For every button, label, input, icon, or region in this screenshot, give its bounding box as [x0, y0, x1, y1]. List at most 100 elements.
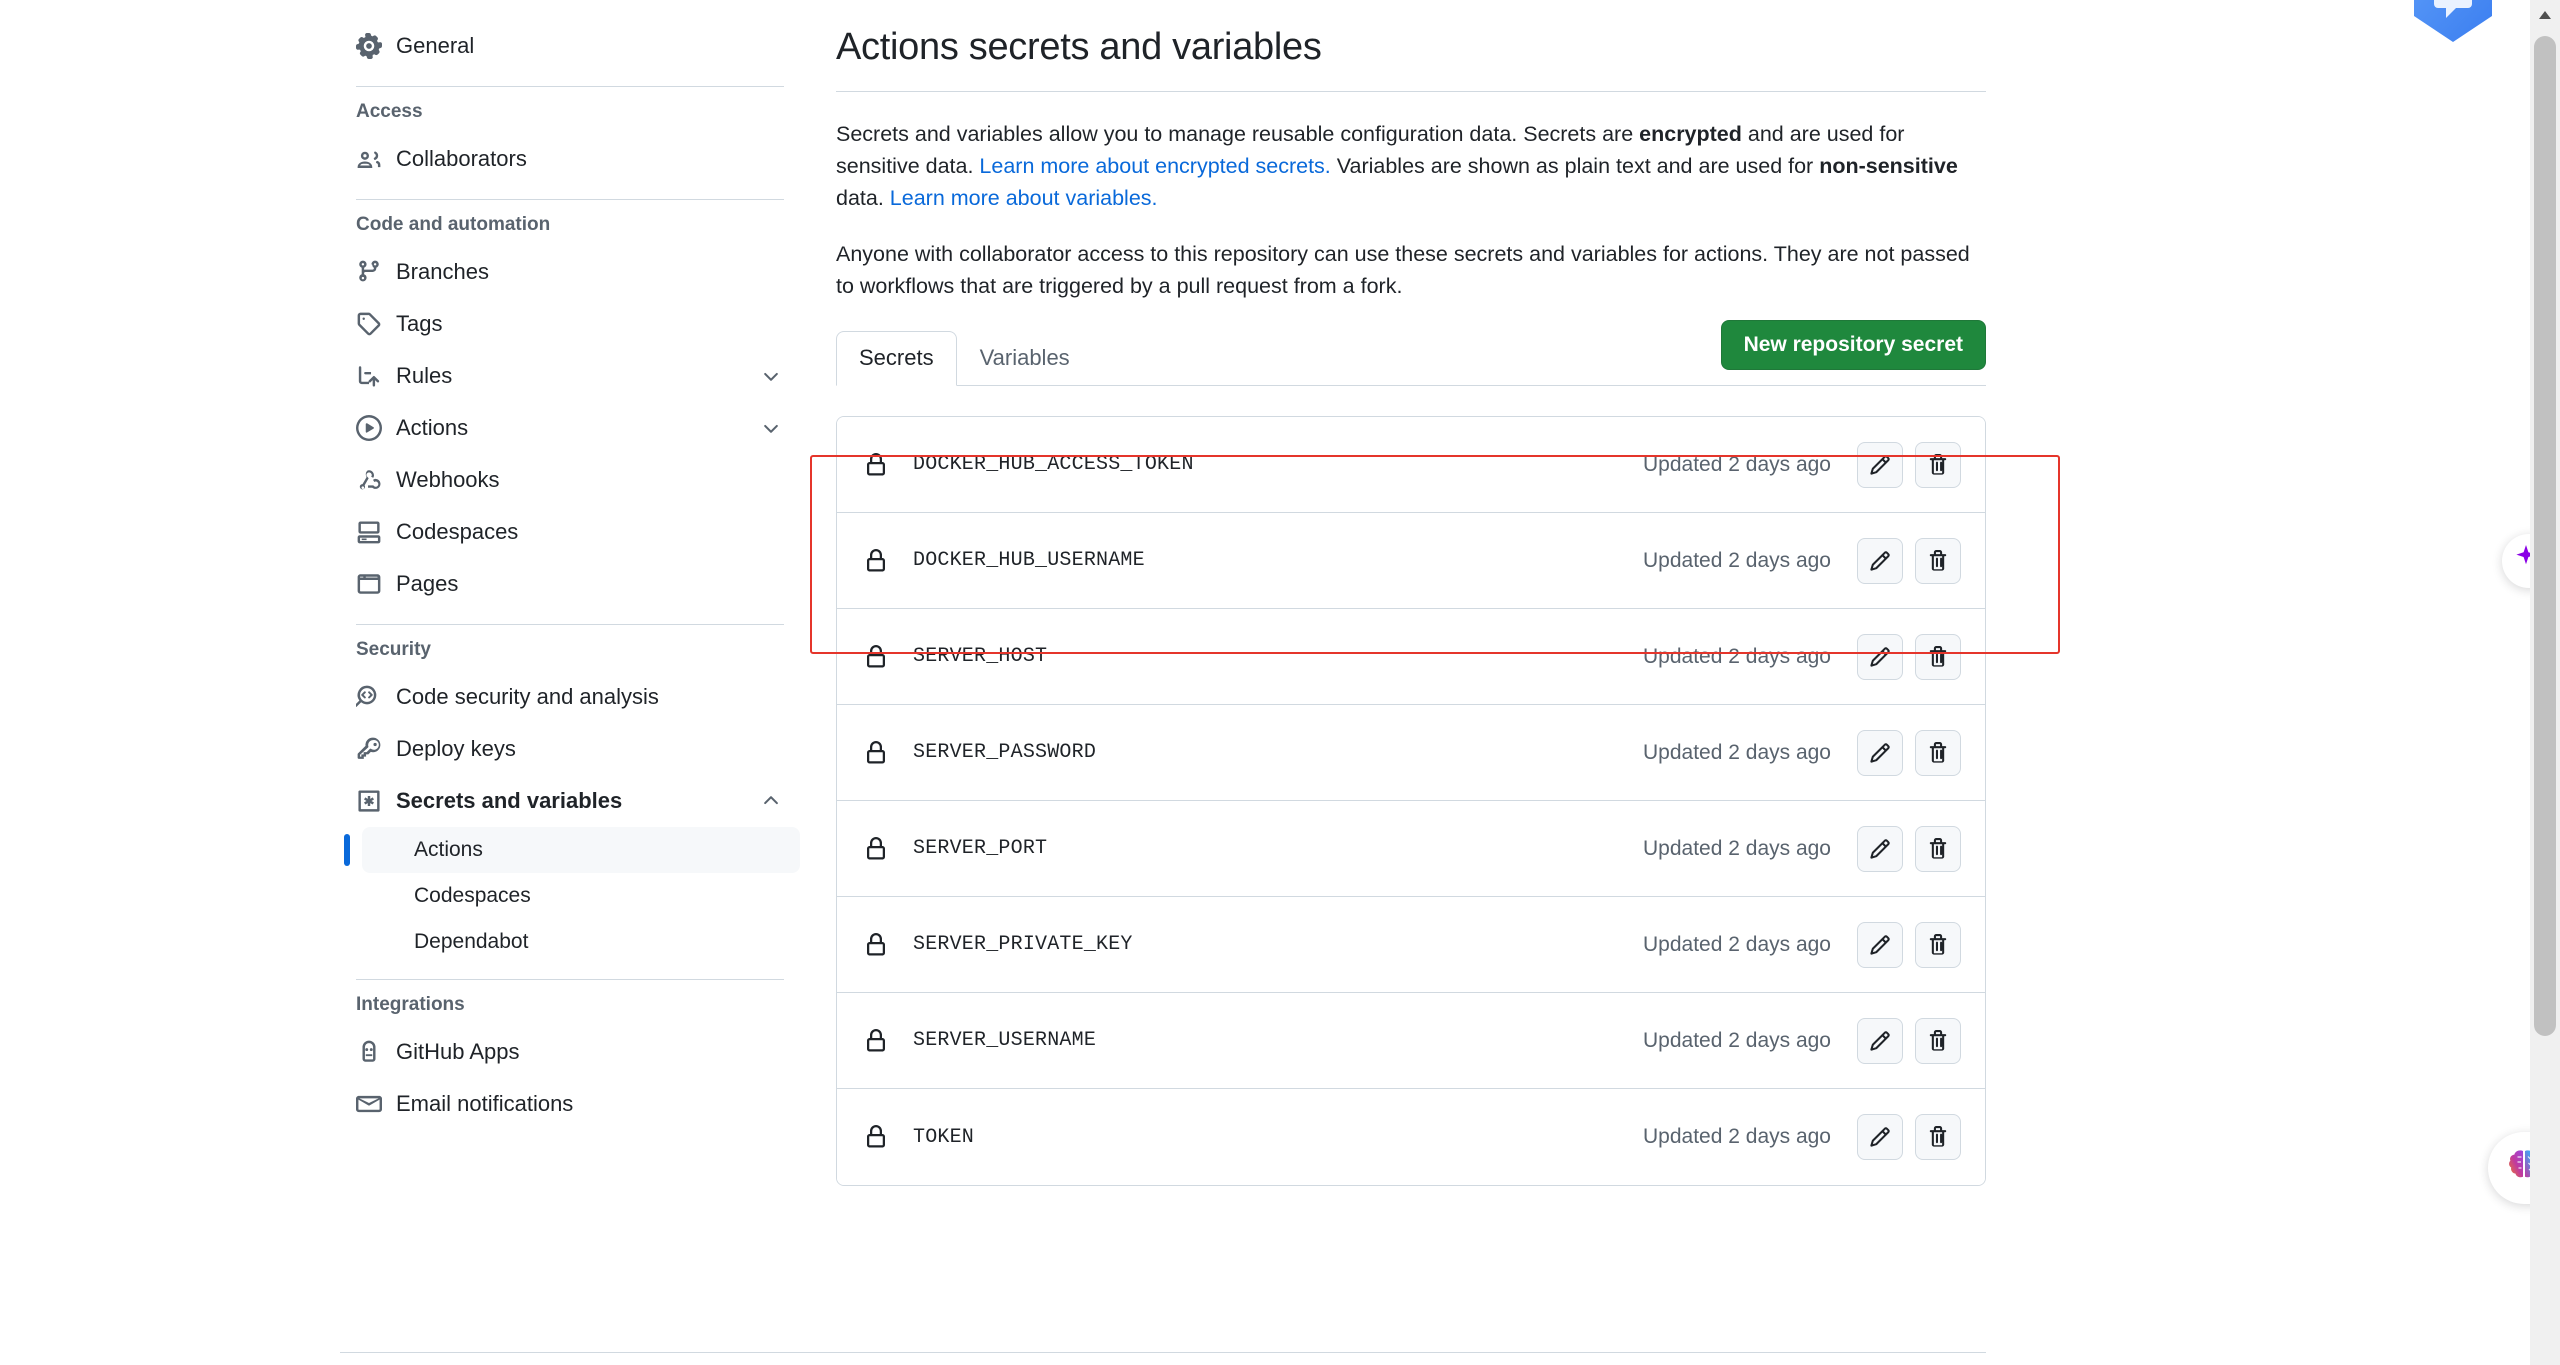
sidebar-section-code-title: Code and automation — [340, 214, 800, 236]
sidebar-subitem-actions[interactable]: Actions — [362, 827, 800, 873]
table-row[interactable]: SERVER_PORT Updated 2 days ago — [837, 801, 1985, 897]
sidebar-item-email-notifications[interactable]: Email notifications — [340, 1078, 800, 1130]
edit-pencil-icon[interactable] — [1857, 826, 1903, 872]
sidebar-subitem-dependabot[interactable]: Dependabot — [362, 919, 800, 965]
sidebar-item-code-security-and-analysis[interactable]: Code security and analysis — [340, 671, 800, 723]
sidebar-divider — [356, 86, 784, 87]
sidebar-item-pages[interactable]: Pages — [340, 558, 800, 610]
code-search-icon — [356, 684, 382, 710]
trash-icon[interactable] — [1915, 1114, 1961, 1160]
trash-icon[interactable] — [1915, 922, 1961, 968]
sidebar-item-deploy-keys[interactable]: Deploy keys — [340, 723, 800, 775]
edit-pencil-icon[interactable] — [1857, 634, 1903, 680]
learn-more-encrypted-secrets-link[interactable]: Learn more about encrypted secrets. — [979, 154, 1330, 178]
sidebar-divider — [356, 199, 784, 200]
chevron-down-icon[interactable] — [758, 415, 784, 441]
sidebar-subitem-codespaces[interactable]: Codespaces — [362, 873, 800, 919]
learn-more-variables-link[interactable]: Learn more about variables. — [890, 186, 1158, 210]
secret-name: SERVER_HOST — [913, 645, 1643, 668]
sidebar-item-label: Tags — [396, 311, 784, 337]
secret-updated: Updated 2 days ago — [1643, 741, 1831, 765]
trash-icon[interactable] — [1915, 634, 1961, 680]
asterisk-box-icon — [356, 788, 382, 814]
sidebar-item-label: General — [396, 33, 784, 59]
trash-icon[interactable] — [1915, 538, 1961, 584]
secret-updated: Updated 2 days ago — [1643, 549, 1831, 573]
chevron-down-icon[interactable] — [758, 363, 784, 389]
sidebar-item-collaborators[interactable]: Collaborators — [340, 133, 800, 185]
sidebar-item-label: GitHub Apps — [396, 1039, 784, 1065]
tab-variables[interactable]: Variables — [957, 331, 1093, 386]
people-icon — [356, 146, 382, 172]
footer-divider — [340, 1352, 1986, 1353]
secret-name: SERVER_PASSWORD — [913, 741, 1643, 764]
chevron-up-icon[interactable] — [758, 788, 784, 814]
table-row[interactable]: SERVER_HOST Updated 2 days ago — [837, 609, 1985, 705]
sidebar-item-label: Collaborators — [396, 146, 784, 172]
row-actions — [1857, 1114, 1961, 1160]
sidebar-item-github-apps[interactable]: GitHub Apps — [340, 1026, 800, 1078]
sidebar-item-rules[interactable]: Rules — [340, 350, 800, 402]
edit-pencil-icon[interactable] — [1857, 1018, 1903, 1064]
key-icon — [356, 736, 382, 762]
table-row[interactable]: SERVER_PRIVATE_KEY Updated 2 days ago — [837, 897, 1985, 993]
secret-name: DOCKER_HUB_USERNAME — [913, 549, 1643, 572]
lock-icon — [863, 932, 889, 958]
edit-pencil-icon[interactable] — [1857, 442, 1903, 488]
tab-bar: Secrets Variables New repository secret — [836, 326, 1986, 386]
edit-pencil-icon[interactable] — [1857, 538, 1903, 584]
row-actions — [1857, 634, 1961, 680]
edit-pencil-icon[interactable] — [1857, 1114, 1903, 1160]
trash-icon[interactable] — [1915, 826, 1961, 872]
table-row[interactable]: SERVER_USERNAME Updated 2 days ago — [837, 993, 1985, 1089]
sidebar-item-label: Email notifications — [396, 1091, 784, 1117]
desc-text-1: Secrets and variables allow you to manag… — [836, 122, 1639, 146]
title-divider — [836, 91, 1986, 92]
table-row[interactable]: DOCKER_HUB_USERNAME Updated 2 days ago — [837, 513, 1985, 609]
tab-secrets[interactable]: Secrets — [836, 331, 957, 386]
secret-name: DOCKER_HUB_ACCESS_TOKEN — [913, 453, 1643, 476]
row-actions — [1857, 538, 1961, 584]
scroll-up-arrow-icon[interactable] — [2530, 0, 2560, 30]
secret-updated: Updated 2 days ago — [1643, 933, 1831, 957]
sidebar-item-label: Branches — [396, 259, 784, 285]
sidebar-divider — [356, 979, 784, 980]
gear-icon — [356, 33, 382, 59]
table-row[interactable]: TOKEN Updated 2 days ago — [837, 1089, 1985, 1185]
sidebar-item-webhooks[interactable]: Webhooks — [340, 454, 800, 506]
edit-pencil-icon[interactable] — [1857, 730, 1903, 776]
sidebar-item-codespaces[interactable]: Codespaces — [340, 506, 800, 558]
secret-name: TOKEN — [913, 1126, 1643, 1149]
sidebar-item-secrets-and-variables[interactable]: Secrets and variables — [340, 775, 800, 827]
secret-updated: Updated 2 days ago — [1643, 645, 1831, 669]
edit-pencil-icon[interactable] — [1857, 922, 1903, 968]
corner-shield-badge-icon — [2410, 0, 2496, 46]
scrollbar-thumb[interactable] — [2534, 36, 2556, 1036]
lock-icon — [863, 452, 889, 478]
sidebar-item-general[interactable]: General — [340, 20, 800, 72]
sidebar-item-branches[interactable]: Branches — [340, 246, 800, 298]
main-content: Actions secrets and variables Secrets an… — [836, 0, 1986, 1186]
play-circle-icon — [356, 415, 382, 441]
codespaces-icon — [356, 519, 382, 545]
tab-label: Secrets — [859, 345, 934, 370]
table-row[interactable]: SERVER_PASSWORD Updated 2 days ago — [837, 705, 1985, 801]
row-actions — [1857, 730, 1961, 776]
lock-icon — [863, 644, 889, 670]
lock-icon — [863, 1124, 889, 1150]
secret-updated: Updated 2 days ago — [1643, 1029, 1831, 1053]
vertical-scrollbar[interactable] — [2530, 0, 2560, 1365]
sidebar-item-label: Webhooks — [396, 467, 784, 493]
mail-icon — [356, 1091, 382, 1117]
sidebar-subitem-label: Actions — [414, 838, 483, 862]
trash-icon[interactable] — [1915, 442, 1961, 488]
sidebar-item-actions[interactable]: Actions — [340, 402, 800, 454]
sidebar-subitem-label: Codespaces — [414, 884, 531, 908]
trash-icon[interactable] — [1915, 1018, 1961, 1064]
sidebar-divider — [356, 624, 784, 625]
rules-icon — [356, 363, 382, 389]
sidebar-item-tags[interactable]: Tags — [340, 298, 800, 350]
git-branch-icon — [356, 259, 382, 285]
trash-icon[interactable] — [1915, 730, 1961, 776]
table-row[interactable]: DOCKER_HUB_ACCESS_TOKEN Updated 2 days a… — [837, 417, 1985, 513]
